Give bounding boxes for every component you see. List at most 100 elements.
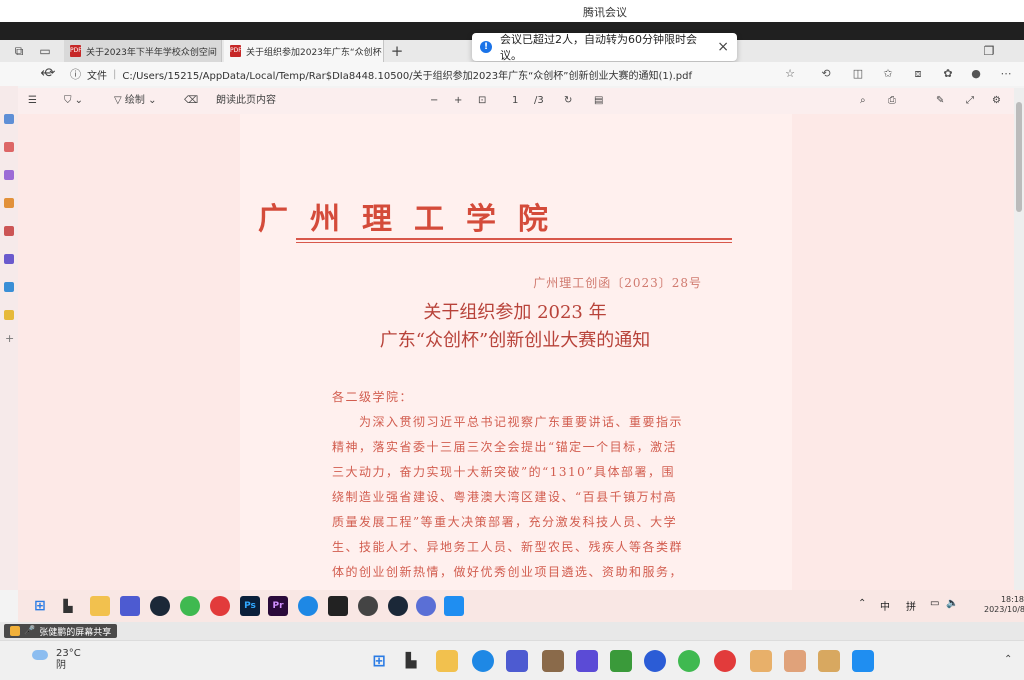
pdf-viewport[interactable]: 广州理工学院 广州理工创函〔2023〕28号 关于组织参加 2023 年 广东“… xyxy=(18,114,1014,590)
tray-chevron-icon[interactable]: ⌃ xyxy=(858,598,866,609)
tab-school-space[interactable]: PDF 关于2023年下半年学校众创空间 × xyxy=(64,40,222,62)
app-icon[interactable] xyxy=(576,650,598,672)
sidebar-app-icon[interactable] xyxy=(4,142,14,152)
weather-temp: 23°C xyxy=(56,648,81,659)
photoshop-icon[interactable]: Ps xyxy=(240,596,260,616)
fullscreen-icon[interactable]: ⤢ xyxy=(966,88,974,114)
widgets-icon[interactable]: ▙ xyxy=(58,596,78,616)
sidebar-app-icon[interactable] xyxy=(4,282,14,292)
tab-actions-icon[interactable]: ▭ xyxy=(36,42,54,60)
page-number-input[interactable]: 1 xyxy=(512,88,518,114)
file-explorer-icon[interactable] xyxy=(90,596,110,616)
refresh-icon[interactable]: ⟳ xyxy=(40,64,60,84)
screen-share-label[interactable]: 🎤 张健鹏的屏幕共享 xyxy=(4,624,118,638)
network-icon[interactable]: ▭ xyxy=(930,598,939,609)
sidebar-app-icon[interactable] xyxy=(4,170,14,180)
headline-line-2: 广东“众创杯”创新创业大赛的通知 xyxy=(379,330,651,351)
new-tab-icon[interactable]: + xyxy=(388,42,406,60)
restore-window-icon[interactable]: ❐ xyxy=(980,42,998,60)
draw-button[interactable]: ▽ 绘制 ⌄ xyxy=(114,88,156,114)
app-icon[interactable] xyxy=(416,596,436,616)
eraser-icon[interactable]: ⌫ xyxy=(184,88,198,114)
store-icon[interactable] xyxy=(506,650,528,672)
edge-icon[interactable] xyxy=(298,596,318,616)
rotate-icon[interactable]: ↻ xyxy=(564,88,572,114)
sidebar-app-icon[interactable] xyxy=(4,198,14,208)
highlight-icon[interactable]: ⛉ ⌄ xyxy=(64,88,83,114)
contents-icon[interactable]: ☰ xyxy=(28,88,37,114)
url-field[interactable]: ⓘ 文件 | C:/Users/15215/AppData/Local/Temp… xyxy=(70,64,710,84)
draw-label: 绘制 xyxy=(124,95,145,106)
zoom-in-icon[interactable]: + xyxy=(454,88,462,114)
extensions-icon[interactable]: ✿ xyxy=(940,66,956,82)
more-menu-icon[interactable]: ⋯ xyxy=(998,66,1014,82)
sidebar-app-icon[interactable] xyxy=(4,226,14,236)
sidebar-app-icon[interactable] xyxy=(4,310,14,320)
document-number: 广州理工创函〔2023〕28号 xyxy=(533,276,702,290)
collections-icon[interactable]: ⧈ xyxy=(910,66,926,82)
app-icon[interactable] xyxy=(542,650,564,672)
wechat-icon[interactable] xyxy=(180,596,200,616)
store-icon[interactable] xyxy=(120,596,140,616)
body-line: 绕制造业强省建设、粤港澳大湾区建设、“百县千镇万村高 xyxy=(332,490,678,504)
steam-icon[interactable] xyxy=(150,596,170,616)
print-icon[interactable]: ⎙ xyxy=(888,88,896,114)
edge-icon[interactable] xyxy=(472,650,494,672)
college-masthead: 广州理工学院 xyxy=(258,202,570,237)
save-icon[interactable]: ✎ xyxy=(936,88,944,114)
tencent-meeting-icon[interactable] xyxy=(444,596,464,616)
body-line: 体的创业创新热情，做好优秀创业项目遴选、资助和服务， xyxy=(332,565,684,579)
file-explorer-icon[interactable] xyxy=(436,650,458,672)
netease-music-icon[interactable] xyxy=(210,596,230,616)
zoom-out-icon[interactable]: − xyxy=(430,88,438,114)
game-icon[interactable] xyxy=(818,650,840,672)
windows-start-icon[interactable]: ⊞ xyxy=(368,650,390,672)
notice-text: 会议已超过2人，自动转为60分钟限时会议。 xyxy=(500,33,697,62)
info-icon: ! xyxy=(480,41,492,53)
profile-avatar-icon[interactable]: ● xyxy=(968,66,984,82)
body-line: 精神，落实省委十三届三次全会提出“锚定一个目标，激活 xyxy=(332,440,678,454)
search-icon[interactable]: ⌕ xyxy=(860,88,866,114)
epic-games-icon[interactable] xyxy=(328,596,348,616)
widgets-icon[interactable]: ▙ xyxy=(400,650,422,672)
favorite-star-icon[interactable]: ☆ xyxy=(782,66,798,82)
refresh-page-icon[interactable]: ⟲ xyxy=(818,66,834,82)
body-line: 为深入贯彻习近平总书记视察广东重要讲话、重要指示 xyxy=(332,415,684,429)
vertical-scrollbar[interactable] xyxy=(1014,88,1024,590)
volume-icon[interactable]: 🔈 xyxy=(946,598,958,609)
mic-icon: 🎤 xyxy=(24,626,36,636)
tray-chevron-icon[interactable]: ⌃ xyxy=(1004,654,1012,665)
qq-icon[interactable] xyxy=(714,650,736,672)
app-icon[interactable] xyxy=(358,596,378,616)
page-view-icon[interactable]: ▤ xyxy=(594,88,603,114)
sidebar-app-icon[interactable] xyxy=(4,254,14,264)
game-icon[interactable] xyxy=(784,650,806,672)
pinyin-mode[interactable]: 拼 xyxy=(906,598,916,613)
tab-competition-notice[interactable]: PDF 关于组织参加2023年广东“众创杯 × xyxy=(224,40,384,62)
meeting-app-title: 腾讯会议 xyxy=(583,6,627,19)
tencent-meeting-icon[interactable] xyxy=(852,650,874,672)
xbox-icon[interactable] xyxy=(610,650,632,672)
close-notice-icon[interactable]: × xyxy=(717,39,729,55)
favorites-icon[interactable]: ✩ xyxy=(880,66,896,82)
steam-icon[interactable] xyxy=(388,596,408,616)
windows-start-icon[interactable]: ⊞ xyxy=(30,596,50,616)
weather-widget[interactable]: 23°C 阴 xyxy=(32,648,81,672)
screen-share-bar xyxy=(0,622,1024,640)
premiere-icon[interactable]: Pr xyxy=(268,596,288,616)
body-line: 生、技能人才、异地务工人员、新型农民、残疾人等各类群 xyxy=(332,540,684,554)
game-icon[interactable] xyxy=(750,650,772,672)
fit-page-icon[interactable]: ⊡ xyxy=(478,88,486,114)
sidebar-add-icon[interactable]: + xyxy=(5,332,14,345)
workspaces-icon[interactable]: ⧉ xyxy=(10,42,28,60)
split-screen-icon[interactable]: ◫ xyxy=(850,66,866,82)
settings-gear-icon[interactable]: ⚙ xyxy=(992,88,1001,114)
inner-clock[interactable]: 18:18 2023/10/8 xyxy=(984,595,1024,615)
sidebar-app-icon[interactable] xyxy=(4,114,14,124)
input-mode[interactable]: 中 xyxy=(880,598,890,613)
url-text: C:/Users/15215/AppData/Local/Temp/Rar$DI… xyxy=(122,70,693,82)
app-icon[interactable] xyxy=(644,650,666,672)
wechat-icon[interactable] xyxy=(678,650,700,672)
read-aloud-button[interactable]: 朗读此页内容 xyxy=(216,88,276,114)
scrollbar-thumb[interactable] xyxy=(1016,102,1022,212)
